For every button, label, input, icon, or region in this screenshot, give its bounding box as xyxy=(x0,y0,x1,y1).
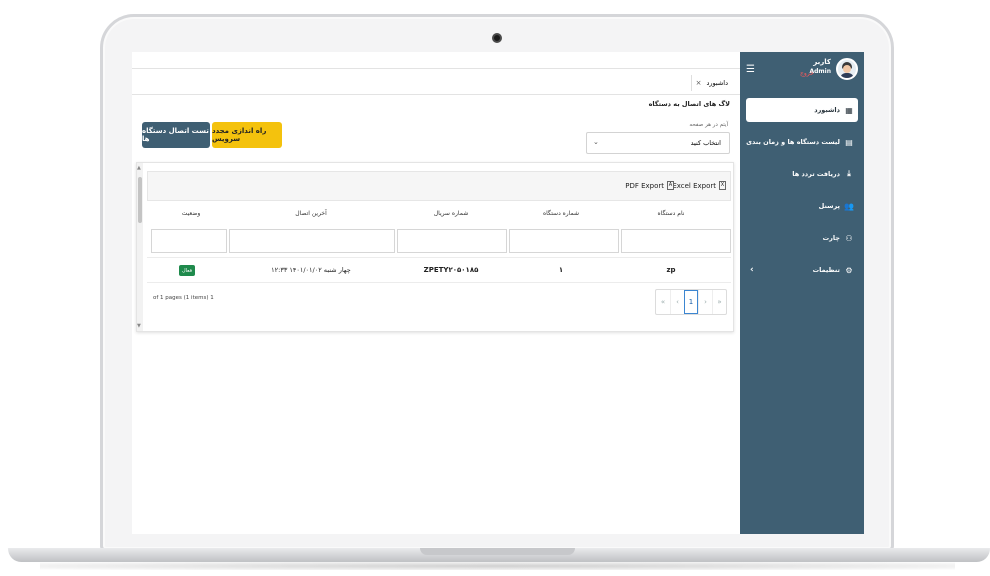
cell-last-connection: چهار شنبه ۱۴۰۱/۰۱/۰۲ ۱۲:۳۳ xyxy=(271,266,351,274)
app-screen: × داشبورد لاگ های اتصال به دستگاه تست ات… xyxy=(132,52,864,534)
dashboard-icon: ▦ xyxy=(845,105,853,115)
sidebar-item-settings[interactable]: ‹ تنظیمات ⚙ xyxy=(746,258,858,282)
column-header-last-connection[interactable]: آخرین اتصال xyxy=(271,210,351,217)
last-page-button[interactable]: » xyxy=(712,290,726,314)
filter-status[interactable] xyxy=(151,229,227,253)
user-name: کاربر xyxy=(813,58,831,66)
pager-info: of 1 pages (1 items) 1 xyxy=(153,295,214,301)
sidebar-item-attendance[interactable]: دریافت تردد ها ⤓ xyxy=(746,162,858,186)
sidebar-header: ☰ کاربر Admin خروج xyxy=(740,52,864,88)
sidebar-item-label: پرسنل xyxy=(818,202,840,210)
sidebar-item-label: تنظیمات xyxy=(812,266,840,274)
pdf-export-button[interactable]: PDF Export A xyxy=(625,181,674,190)
tab-label: داشبورد xyxy=(706,79,729,87)
page-title: لاگ های اتصال به دستگاه xyxy=(648,100,730,108)
grid-toolbar: Excel Export X PDF Export A xyxy=(147,171,731,201)
items-per-page-select[interactable]: انتخاب کنید ⌄ xyxy=(586,132,730,154)
devices-icon: ▤ xyxy=(845,137,853,147)
people-icon: 👥 xyxy=(844,201,854,211)
avatar[interactable] xyxy=(836,58,858,80)
sidebar-item-label: داشبورد xyxy=(814,106,840,114)
sidebar-item-label: دریافت تردد ها xyxy=(792,170,840,178)
settings-icon: ⚙ xyxy=(845,265,853,275)
table-header: نام دستگاه شماره دستگاه شماره سریال آخری… xyxy=(147,201,731,227)
filter-last-connection[interactable] xyxy=(229,229,395,253)
cell-device-number: ۱ xyxy=(558,266,564,274)
items-per-page-label: آیتم در هر صفحه xyxy=(689,122,728,128)
status-badge: فعال xyxy=(179,265,195,276)
filter-device-name[interactable] xyxy=(621,229,731,253)
sidebar-item-label: لیست دستگاه ها و زمان بندی xyxy=(746,138,840,146)
avatar-face xyxy=(843,65,851,73)
sidebar: ☰ کاربر Admin خروج داشبورد ▦ لیست دستگاه… xyxy=(740,52,864,534)
prev-page-button[interactable]: ‹ xyxy=(670,290,684,314)
pdf-export-label: PDF Export xyxy=(625,181,664,190)
cell-device-name: zp xyxy=(666,266,676,274)
download-icon: ⤓ xyxy=(847,169,851,178)
menu-icon[interactable]: ☰ xyxy=(746,64,755,75)
laptop-notch xyxy=(420,548,575,555)
column-header-serial[interactable]: شماره سریال xyxy=(421,210,481,217)
scroll-up-icon[interactable]: ▲ xyxy=(137,165,141,171)
page-button-current[interactable]: 1 xyxy=(684,290,698,314)
first-page-button[interactable]: « xyxy=(656,290,670,314)
filter-row xyxy=(147,229,731,255)
next-page-button[interactable]: › xyxy=(698,290,712,314)
excel-icon: X xyxy=(719,181,726,190)
chevron-down-icon: ⌄ xyxy=(593,138,599,146)
sidebar-item-devices[interactable]: لیست دستگاه ها و زمان بندی ▤ xyxy=(746,130,858,154)
webcam xyxy=(492,33,502,43)
scroll-thumb[interactable] xyxy=(138,177,142,223)
pager: « ‹ 1 › » xyxy=(655,289,727,315)
main-content: × داشبورد لاگ های اتصال به دستگاه تست ات… xyxy=(132,52,740,534)
column-header-device-number[interactable]: شماره دستگاه xyxy=(531,210,591,217)
sidebar-item-chart[interactable]: چارت ⚇ xyxy=(746,226,858,250)
scrollbar[interactable]: ▲ ▼ xyxy=(137,163,143,331)
chevron-left-icon: ‹ xyxy=(750,265,754,275)
scroll-down-icon[interactable]: ▼ xyxy=(137,323,141,329)
excel-export-button[interactable]: Excel Export X xyxy=(672,181,726,190)
laptop-shadow xyxy=(40,562,955,570)
tab-dashboard[interactable]: × داشبورد xyxy=(690,75,732,91)
laptop-mockup: × داشبورد لاگ های اتصال به دستگاه تست ات… xyxy=(0,0,990,576)
restart-service-button[interactable]: راه اندازی مجدد سرویس xyxy=(212,122,282,148)
tab-bar: × داشبورد xyxy=(132,68,740,95)
column-header-status[interactable]: وضعیت xyxy=(171,210,211,217)
select-value: انتخاب کنید xyxy=(690,139,721,147)
filter-device-number[interactable] xyxy=(509,229,619,253)
chart-icon: ⚇ xyxy=(845,233,853,243)
sidebar-item-personnel[interactable]: پرسنل 👥 xyxy=(746,194,858,218)
column-header-device-name[interactable]: نام دستگاه xyxy=(641,210,701,217)
filter-serial[interactable] xyxy=(397,229,507,253)
cell-serial: ZPETY۲۰۵۰۱۸۵ xyxy=(423,266,479,274)
pdf-icon: A xyxy=(667,181,674,190)
logout-link[interactable]: خروج xyxy=(800,70,814,77)
test-connection-button[interactable]: تست اتصال دستگاه ها xyxy=(142,122,210,148)
filter-bar: تست اتصال دستگاه ها راه اندازی مجدد سروی… xyxy=(132,110,740,160)
avatar-suit xyxy=(840,73,854,78)
grid-card: ▲ ▼ Excel Export X PDF Export A نام دستگ… xyxy=(136,162,734,332)
close-icon[interactable]: × xyxy=(696,79,702,87)
sidebar-item-dashboard[interactable]: داشبورد ▦ xyxy=(746,98,858,122)
excel-export-label: Excel Export xyxy=(672,181,716,190)
sidebar-nav: داشبورد ▦ لیست دستگاه ها و زمان بندی ▤ د… xyxy=(740,98,864,290)
table-row[interactable]: zp ۱ ZPETY۲۰۵۰۱۸۵ چهار شنبه ۱۴۰۱/۰۱/۰۲ ۱… xyxy=(147,257,731,283)
sidebar-item-label: چارت xyxy=(822,234,840,242)
